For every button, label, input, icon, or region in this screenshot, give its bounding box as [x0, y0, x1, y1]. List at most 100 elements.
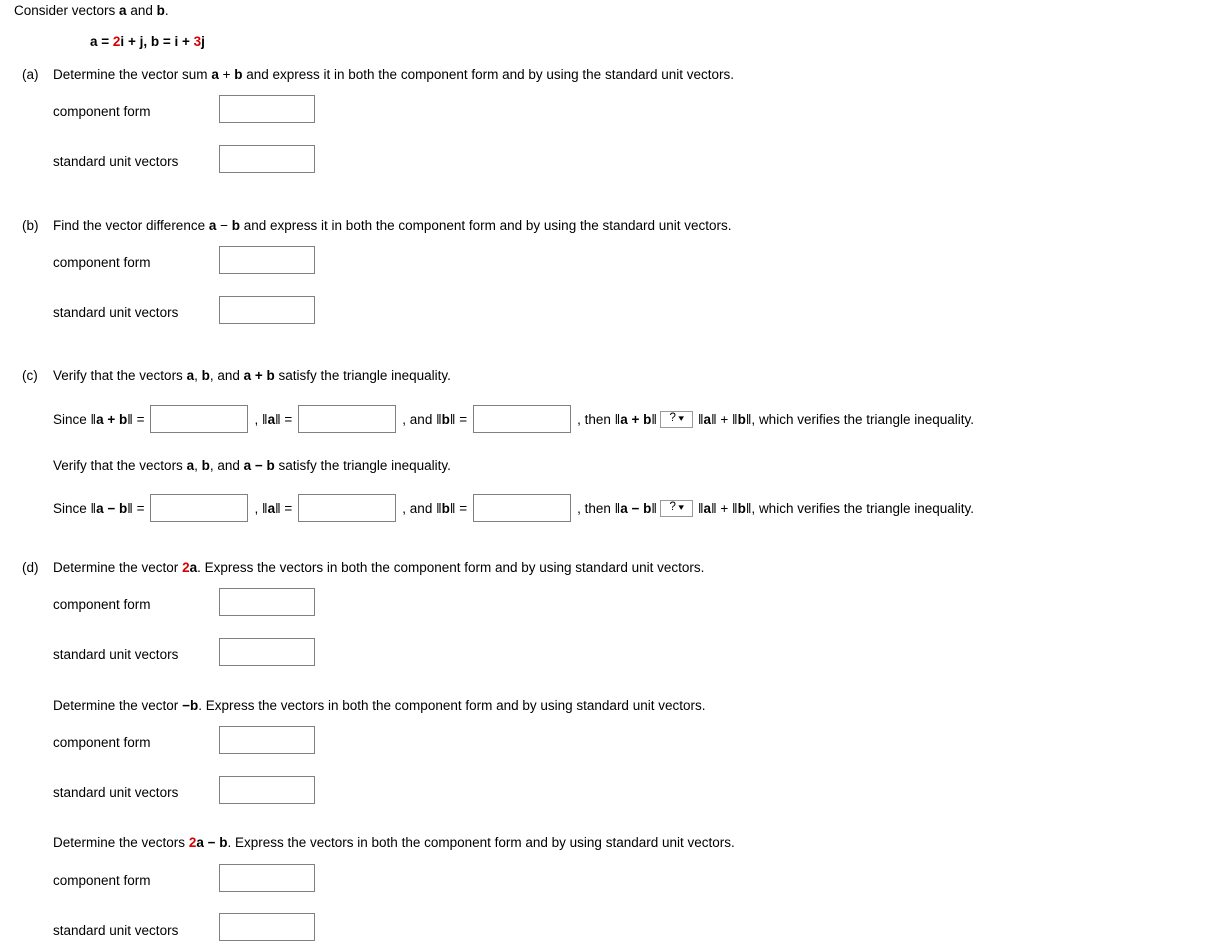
part-a-vector-1: a [211, 67, 219, 82]
row2-tail-b: b [737, 500, 746, 516]
row1-norm-a: a [267, 411, 276, 427]
part-c-row2-norm-b-input[interactable] [473, 494, 572, 522]
part-a-component-form-input[interactable] [219, 95, 315, 123]
part-c-row1-comparison-select[interactable]: ? ▾ [659, 410, 693, 428]
part-d1-standard-unit-vectors-input[interactable] [219, 638, 315, 666]
part-d2-component-form-label: component form [53, 735, 151, 750]
part-a-text-post: and express it in both the component for… [242, 67, 735, 82]
row2-norm-op: − [103, 500, 120, 516]
part-d2-standard-unit-vectors-label: standard unit vectors [53, 785, 179, 800]
part-c-row2-norm-diff-input[interactable] [150, 494, 249, 522]
row2-then-op: − [627, 500, 644, 516]
row1-tail: ‖a‖ + ‖b‖, which verifies the triangle i… [698, 412, 974, 427]
row1-since: Since ‖a + b‖ = [53, 412, 144, 427]
part-b-label: (b) [22, 218, 39, 233]
eq-b-label: b [150, 34, 160, 49]
part-d-sub1-coefficient: 2 [182, 560, 190, 575]
row1-norm-b: b [441, 411, 450, 427]
part-d-prompt-3: Determine the vectors 2a − b. Express th… [53, 835, 735, 850]
intro-period: . [164, 3, 169, 18]
part-d-prompt-2: Determine the vector −b. Express the vec… [53, 698, 705, 713]
part-d3-standard-unit-vectors-input[interactable] [219, 913, 315, 941]
part-a-standard-unit-vectors-input[interactable] [219, 145, 315, 173]
row1-then: , then ‖a + b‖ [577, 412, 657, 427]
intro-line: Consider vectors a and b. [14, 3, 169, 18]
row2-since: Since ‖a − b‖ = [53, 501, 144, 516]
row1-norm-v1: a [96, 411, 104, 427]
part-c-h1-vector-a: a [186, 368, 195, 383]
eq-a-label: a [90, 34, 98, 49]
part-c-h1-sep1: , [194, 368, 202, 383]
part-b-component-form-label: component form [53, 255, 151, 270]
row2-norm-v1: a [96, 500, 104, 516]
part-b-standard-unit-vectors-label: standard unit vectors [53, 305, 179, 320]
row1-norm-a-close: ‖ = [275, 411, 293, 427]
part-b-component-form-input[interactable] [219, 246, 315, 274]
part-c-row1-norm-a-input[interactable] [298, 405, 397, 433]
row1-comma-2: , and ‖b‖ = [402, 412, 467, 427]
row1-tail-mid: ‖ + ‖ [711, 411, 738, 427]
part-c-row2-norm-a-input[interactable] [298, 494, 397, 522]
part-d-sub3-operator: − [203, 835, 220, 850]
chevron-down-icon: ▾ [678, 412, 685, 423]
part-c-row2-comparison-select[interactable]: ? ▾ [659, 499, 693, 517]
part-c-h2-vector-b: b [201, 458, 210, 473]
part-d-sub1-vector: a [189, 560, 198, 575]
part-c-h2-diff-op: − [251, 458, 267, 473]
part-d-label: (d) [22, 560, 39, 575]
part-d3-standard-unit-vectors-label: standard unit vectors [53, 923, 179, 938]
part-c-h2-sep1: , [194, 458, 202, 473]
part-b-operator: − [216, 218, 232, 233]
part-a-component-form-label: component form [53, 104, 151, 119]
row2-comma2-text: , and ‖ [402, 500, 442, 516]
eq-equals-1: = [97, 34, 113, 49]
row2-norm-b: b [441, 500, 450, 516]
part-b-text-post: and express it in both the component for… [240, 218, 732, 233]
part-c-row1-norm-sum-input[interactable] [150, 405, 249, 433]
part-d1-standard-unit-vectors-label: standard unit vectors [53, 647, 179, 662]
eq-b-plus: + [178, 34, 194, 49]
part-a-text-pre: Determine the vector sum [53, 67, 212, 82]
row1-norm-b-close: ‖ = [449, 411, 468, 427]
part-c-h2-vector-a: a [186, 458, 195, 473]
part-d3-component-form-input[interactable] [219, 864, 315, 892]
row2-then-v1: a [620, 500, 628, 516]
part-d2-component-form-input[interactable] [219, 726, 315, 754]
intro-vector-a: a [119, 3, 127, 18]
part-b-standard-unit-vectors-input[interactable] [219, 296, 315, 324]
row1-since-close: ‖ = [127, 411, 145, 427]
part-a-label: (a) [22, 67, 39, 82]
intro-and: and [126, 3, 157, 18]
row2-norm-a: a [267, 500, 276, 516]
part-c-h1-sum-op: + [251, 368, 267, 383]
part-c-row1-norm-b-input[interactable] [473, 405, 572, 433]
part-d-sub1-pre: Determine the vector [53, 560, 183, 575]
row2-comma-2: , and ‖b‖ = [402, 501, 467, 516]
eq-b-j: j [201, 34, 205, 49]
worksheet-page: Consider vectors a and b. a = 2i + j, b … [0, 0, 1227, 947]
row1-then-close: ‖ [651, 411, 657, 427]
part-b-text-pre: Find the vector difference [53, 218, 209, 233]
row2-then: , then ‖a − b‖ [577, 501, 657, 516]
part-d-sub1-post: . Express the vectors in both the compon… [197, 560, 705, 575]
row1-select-value: ? [669, 412, 676, 425]
part-c-row-sum: Since ‖a + b‖ = , ‖a‖ = , and ‖b‖ = , th… [53, 404, 974, 434]
row1-since-text: Since ‖ [53, 411, 97, 427]
row1-tail-b: b [737, 411, 746, 427]
row1-then-op: + [627, 411, 644, 427]
part-b-prompt: Find the vector difference a − b and exp… [53, 218, 732, 233]
row2-norm-a-close: ‖ = [275, 500, 293, 516]
part-a-standard-unit-vectors-label: standard unit vectors [53, 154, 179, 169]
part-c-label: (c) [22, 368, 38, 383]
part-d1-component-form-input[interactable] [219, 588, 315, 616]
eq-comma: , [143, 34, 151, 49]
row2-select-value: ? [669, 501, 676, 514]
row1-tail-a: a [703, 411, 712, 427]
part-c-h2-sep2: , and [209, 458, 244, 473]
part-a-operator: + [218, 67, 235, 82]
part-d3-component-form-label: component form [53, 873, 151, 888]
part-a-prompt: Determine the vector sum a + b and expre… [53, 67, 734, 82]
intro-lead: Consider vectors [14, 3, 120, 18]
part-d-sub3-post: . Express the vectors in both the compon… [227, 835, 735, 850]
part-d2-standard-unit-vectors-input[interactable] [219, 776, 315, 804]
